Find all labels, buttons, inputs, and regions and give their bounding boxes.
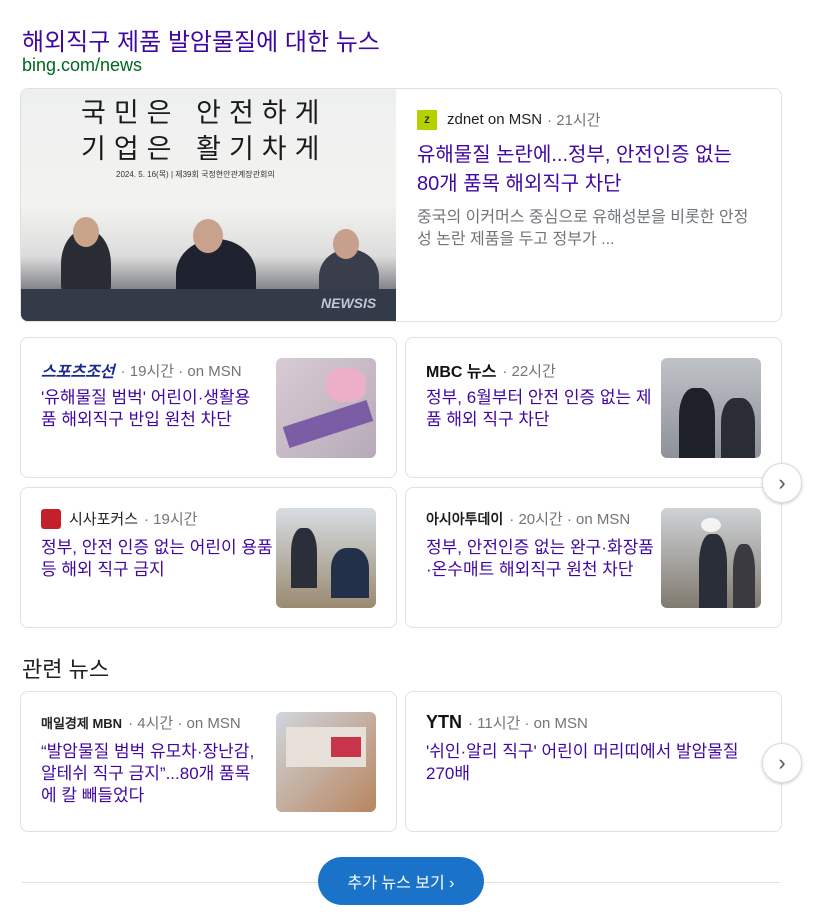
card-meta: · 20시간 · on MSN [509,511,631,528]
card-headline[interactable]: “발암물질 범벅 유모차·장난감, 알테쉬 직구 금지”...80개 품목에 칼… [41,741,259,807]
card-meta: · 4시간 · on MSN [128,715,241,732]
card-source-name[interactable]: 시사포커스 [69,508,138,529]
related-news-card[interactable]: YTN · 11시간 · on MSN '쉬인·알리 직구' 어린이 머리띠에서… [405,691,782,832]
card-source-row: 매일경제 MBN · 4시간 · on MSN [41,712,259,733]
card-headline[interactable]: '유해물질 범벅' 어린이·생활용품 해외직구 반입 원천 차단 [41,387,259,431]
featured-news-image[interactable]: 국민은 안전하게 기업은 활기차게 2024. 5. 16(목) | 제39회 … [21,89,396,321]
person-head [193,219,223,253]
card-source-row: 아시아투데이 · 20시간 · on MSN [426,508,630,529]
carousel-next-button[interactable]: › [762,463,802,503]
image-watermark: NEWSIS [321,295,377,311]
card-source-row: 스포츠조선 · 19시간 · on MSN [41,358,242,382]
news-card[interactable]: 시사포커스 · 19시간 정부, 안전 인증 없는 어린이 용품 등 해외 직구… [20,487,397,628]
featured-snippet: 중국의 이커머스 중심으로 유해성분을 비롯한 안정성 논란 제품을 두고 정부… [417,209,749,248]
news-card[interactable]: 아시아투데이 · 20시간 · on MSN 정부, 안전인증 없는 완구·화장… [405,487,782,628]
card-meta: · 11시간 · on MSN [468,715,588,732]
card-source-row: YTN · 11시간 · on MSN [426,712,588,733]
card-meta: · 19시간 [144,511,198,528]
mbn-logo: 매일경제 MBN [41,716,123,731]
chevron-right-icon: › [778,750,786,775]
zdnet-logo-icon: Z [417,109,437,130]
card-headline[interactable]: 정부, 6월부터 안전 인증 없는 제품 해외 직구 차단 [426,387,656,431]
featured-source-row: Z zdnet on MSN · 21시간 [417,109,601,130]
ytn-logo: YTN [426,712,462,732]
card-headline[interactable]: 정부, 안전 인증 없는 어린이 용품 등 해외 직구 금지 [41,537,279,581]
card-thumbnail[interactable] [661,358,761,458]
featured-time: · 21시간 [547,112,601,129]
image-caption: 2024. 5. 16(목) | 제39회 국정현안관계장관회의 [116,170,275,179]
related-news-heading: 관련 뉴스 [22,657,110,682]
card-headline[interactable]: 정부, 안전인증 없는 완구·화장품·온수매트 해외직구 원천 차단 [426,537,656,581]
featured-news-card[interactable]: 국민은 안전하게 기업은 활기차게 2024. 5. 16(목) | 제39회 … [20,88,782,322]
more-news-button[interactable]: 추가 뉴스 보기 › [318,857,484,905]
related-news-card[interactable]: 매일경제 MBN · 4시간 · on MSN “발암물질 범벅 유모차·장난감… [20,691,397,832]
sisafocus-logo-icon [41,508,61,529]
news-card[interactable]: 스포츠조선 · 19시간 · on MSN '유해물질 범벅' 어린이·생활용품… [20,337,397,478]
image-slogan-line2: 기업은 활기차게 [81,134,328,165]
card-thumbnail[interactable] [276,712,376,812]
featured-source-name[interactable]: zdnet on MSN [447,111,542,128]
sports-chosun-logo: 스포츠조선 [41,364,115,381]
card-thumbnail[interactable] [276,358,376,458]
chevron-right-icon: › [778,470,786,495]
news-section-title[interactable]: 해외직구 제품 발암물질에 대한 뉴스 [22,22,380,57]
card-thumbnail[interactable] [276,508,376,608]
card-headline[interactable]: '쉬인·알리 직구' 어린이 머리띠에서 발암물질 270배 [426,741,756,785]
featured-headline[interactable]: 유해물질 논란에...정부, 안전인증 없는 80개 품목 해외직구 차단 [417,141,757,199]
card-source-row: MBC 뉴스 · 22시간 [426,358,556,382]
card-meta: · 19시간 · on MSN [120,362,242,380]
asiatoday-logo: 아시아투데이 [426,510,504,527]
person-head [333,229,359,259]
mbc-logo: MBC 뉴스 [426,364,497,381]
image-slogan-line1: 국민은 안전하게 [81,98,328,129]
person-head [73,217,99,247]
source-url[interactable]: bing.com/news [22,55,142,76]
card-meta: · 22시간 [502,362,556,380]
card-source-row: 시사포커스 · 19시간 [41,508,197,529]
news-card[interactable]: MBC 뉴스 · 22시간 정부, 6월부터 안전 인증 없는 제품 해외 직구… [405,337,782,478]
card-thumbnail[interactable] [661,508,761,608]
related-carousel-next-button[interactable]: › [762,743,802,783]
